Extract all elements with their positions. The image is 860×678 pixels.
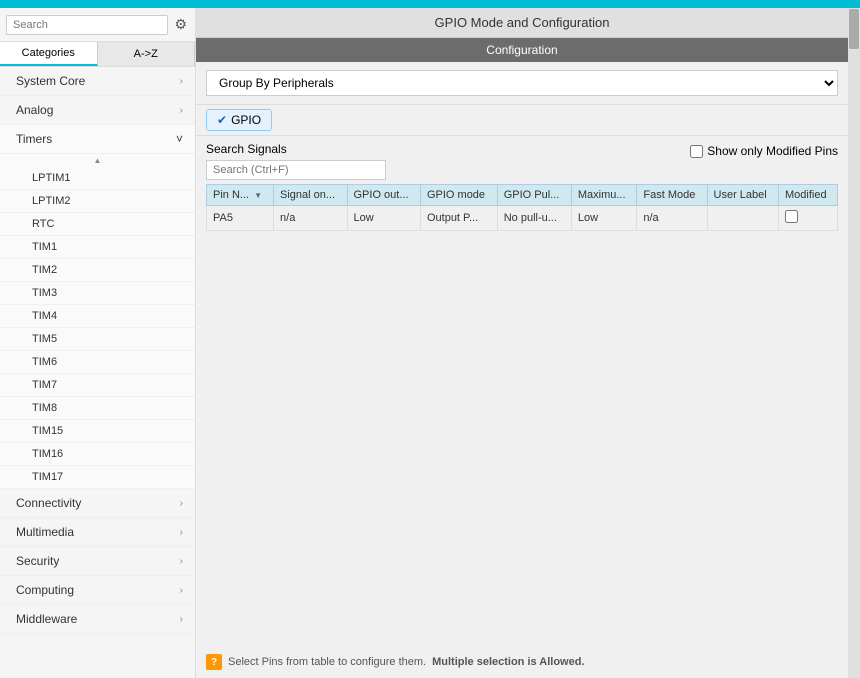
sidebar-item-label: Computing <box>16 583 74 597</box>
timers-sub-items: ▲ LPTIM1 LPTIM2 RTC TIM1 TIM2 TIM3 TIM4 … <box>0 154 195 489</box>
sidebar-item-label: Timers <box>16 132 52 146</box>
chevron-right-icon: › <box>180 76 183 87</box>
sidebar-item-label: Analog <box>16 103 53 117</box>
sub-item-lptim1[interactable]: LPTIM1 <box>0 167 195 190</box>
hint-icon: ? <box>206 654 222 670</box>
right-inner: GPIO Mode and Configuration Configuratio… <box>196 8 848 678</box>
group-by-select[interactable]: Group By Peripherals <box>206 70 838 96</box>
chevron-down-icon: ˅ <box>176 132 183 146</box>
tab-az[interactable]: A->Z <box>98 42 196 66</box>
cell-fast-mode: n/a <box>637 206 707 231</box>
col-fast-mode[interactable]: Fast Mode <box>637 185 707 206</box>
tab-categories[interactable]: Categories <box>0 42 98 66</box>
sidebar-item-connectivity[interactable]: Connectivity › <box>0 489 195 518</box>
pin-table: Pin N... ▼ Signal on... GPIO out... GPIO… <box>206 184 838 231</box>
filter-right: Show only Modified Pins <box>690 142 838 158</box>
sub-item-tim7[interactable]: TIM7 <box>0 374 195 397</box>
bottom-hint: ? Select Pins from table to configure th… <box>196 645 848 678</box>
sidebar-item-label: Connectivity <box>16 496 81 510</box>
sidebar-item-label: Multimedia <box>16 525 74 539</box>
col-signal-on[interactable]: Signal on... <box>274 185 347 206</box>
sub-item-tim3[interactable]: TIM3 <box>0 282 195 305</box>
sub-item-tim1[interactable]: TIM1 <box>0 236 195 259</box>
sidebar: ⚙ Categories A->Z System Core › Analog ›… <box>0 8 196 678</box>
sidebar-item-middleware[interactable]: Middleware › <box>0 605 195 634</box>
check-icon: ✔ <box>217 113 227 127</box>
chevron-right-icon: › <box>180 585 183 596</box>
scrollbar[interactable] <box>848 8 860 678</box>
tab-row: Categories A->Z <box>0 42 195 67</box>
table-row[interactable]: PA5 n/a Low Output P... No pull-u... Low… <box>207 206 838 231</box>
search-signals-label: Search Signals <box>206 142 386 156</box>
cell-gpio-pull: No pull-u... <box>497 206 571 231</box>
sidebar-item-label: Middleware <box>16 612 77 626</box>
cell-gpio-mode: Output P... <box>420 206 497 231</box>
hint-bold-text: Multiple selection is Allowed. <box>432 656 584 668</box>
sidebar-item-analog[interactable]: Analog › <box>0 96 195 125</box>
chevron-right-icon: › <box>180 527 183 538</box>
col-gpio-mode[interactable]: GPIO mode <box>420 185 497 206</box>
sub-item-tim8[interactable]: TIM8 <box>0 397 195 420</box>
col-maximum[interactable]: Maximu... <box>571 185 637 206</box>
col-pin-name[interactable]: Pin N... ▼ <box>207 185 274 206</box>
gpio-tab-label: GPIO <box>231 113 261 127</box>
search-input[interactable] <box>6 15 168 35</box>
top-bar <box>0 0 860 8</box>
sidebar-item-label: System Core <box>16 74 85 88</box>
gpio-tab-row: ✔ GPIO <box>196 105 848 136</box>
sidebar-item-timers[interactable]: Timers ˅ <box>0 125 195 154</box>
gear-button[interactable]: ⚙ <box>172 14 189 35</box>
modified-checkbox[interactable] <box>785 210 798 223</box>
chevron-right-icon: › <box>180 498 183 509</box>
col-user-label[interactable]: User Label <box>707 185 778 206</box>
cell-modified <box>779 206 838 231</box>
search-left: Search Signals <box>206 142 386 180</box>
search-bar: ⚙ <box>0 8 195 42</box>
spacer <box>196 231 848 645</box>
chevron-right-icon: › <box>180 105 183 116</box>
sidebar-item-computing[interactable]: Computing › <box>0 576 195 605</box>
sidebar-content: System Core › Analog › Timers ˅ ▲ LPTIM1… <box>0 67 195 678</box>
sub-item-tim17[interactable]: TIM17 <box>0 466 195 489</box>
sub-item-tim16[interactable]: TIM16 <box>0 443 195 466</box>
config-header: Configuration <box>196 38 848 62</box>
sub-item-tim15[interactable]: TIM15 <box>0 420 195 443</box>
cell-user-label <box>707 206 778 231</box>
cell-gpio-out: Low <box>347 206 420 231</box>
sub-item-tim2[interactable]: TIM2 <box>0 259 195 282</box>
col-modified[interactable]: Modified <box>779 185 838 206</box>
sidebar-item-multimedia[interactable]: Multimedia › <box>0 518 195 547</box>
hint-text: Select Pins from table to configure them… <box>228 656 426 668</box>
sidebar-item-label: Security <box>16 554 59 568</box>
sub-item-tim5[interactable]: TIM5 <box>0 328 195 351</box>
chevron-right-icon: › <box>180 614 183 625</box>
window-title: GPIO Mode and Configuration <box>196 8 848 38</box>
scroll-up-indicator: ▲ <box>0 154 195 167</box>
cell-signal-on: n/a <box>274 206 347 231</box>
show-modified-label: Show only Modified Pins <box>707 144 838 158</box>
chevron-right-icon: › <box>180 556 183 567</box>
col-gpio-out[interactable]: GPIO out... <box>347 185 420 206</box>
table-container: Pin N... ▼ Signal on... GPIO out... GPIO… <box>196 184 848 231</box>
cell-maximum: Low <box>571 206 637 231</box>
search-signals-input[interactable] <box>206 160 386 180</box>
cell-pin-name: PA5 <box>207 206 274 231</box>
gpio-tab[interactable]: ✔ GPIO <box>206 109 272 131</box>
sidebar-item-security[interactable]: Security › <box>0 547 195 576</box>
col-gpio-pull[interactable]: GPIO Pul... <box>497 185 571 206</box>
show-modified-checkbox[interactable] <box>690 145 703 158</box>
sub-item-tim4[interactable]: TIM4 <box>0 305 195 328</box>
sort-icon: ▼ <box>254 191 262 200</box>
sub-item-rtc[interactable]: RTC <box>0 213 195 236</box>
group-by-row: Group By Peripherals <box>196 62 848 105</box>
sub-item-tim6[interactable]: TIM6 <box>0 351 195 374</box>
scrollbar-thumb[interactable] <box>849 9 859 49</box>
sub-item-lptim2[interactable]: LPTIM2 <box>0 190 195 213</box>
right-panel: GPIO Mode and Configuration Configuratio… <box>196 8 860 678</box>
sidebar-item-system-core[interactable]: System Core › <box>0 67 195 96</box>
search-and-filter: Search Signals Show only Modified Pins <box>196 136 848 184</box>
